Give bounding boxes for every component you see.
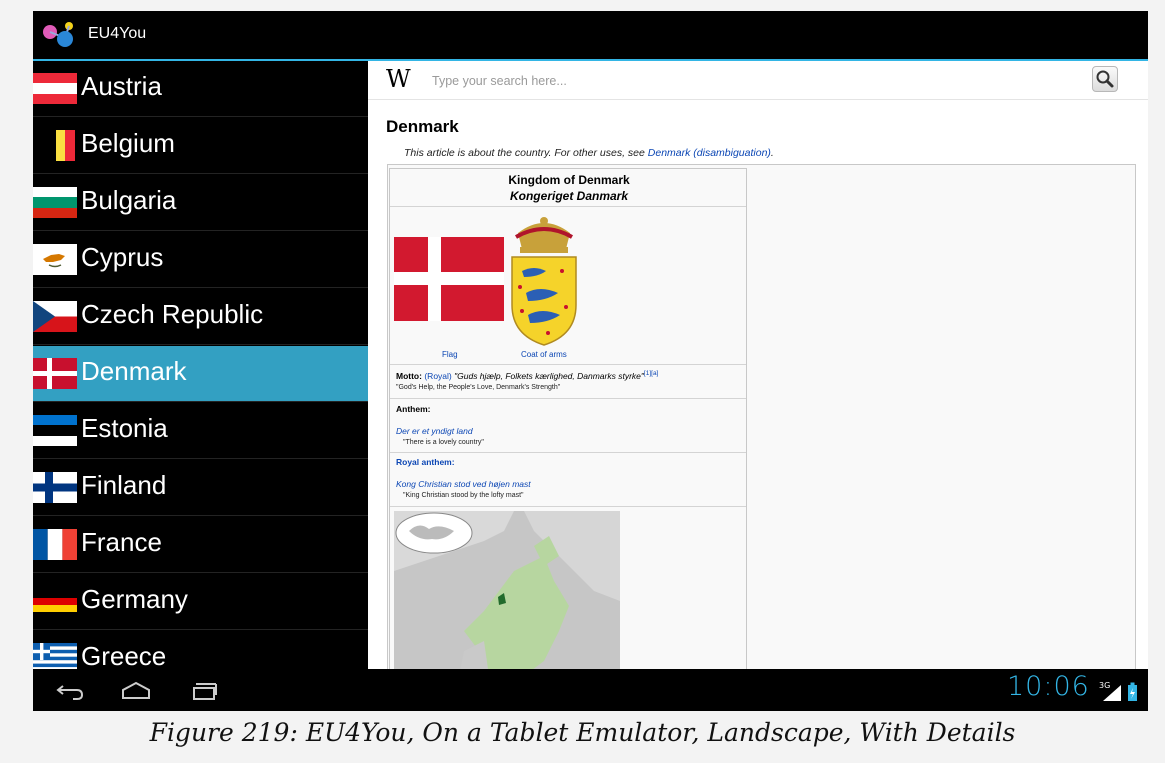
list-item-czech-republic[interactable]: Czech Republic (33, 289, 368, 345)
motto-text: "Guds hjælp, Folkets kærlighed, Danmarks… (451, 370, 644, 381)
app-title: EU4You (88, 25, 147, 42)
action-bar: EU4You (33, 11, 1148, 61)
list-item-greece[interactable]: Greece (33, 631, 368, 669)
country-list[interactable]: Austria Belgium Bulgaria Cyprus Czech Re… (33, 61, 368, 669)
list-item-belgium[interactable]: Belgium (33, 118, 368, 174)
flag-caption[interactable]: Flag (442, 350, 458, 359)
article-content: Kingdom of Denmark Kongeriget Danmark Fl… (387, 164, 1136, 669)
motto-line: Motto: (Royal) "Guds hjælp, Folkets kærl… (396, 370, 658, 381)
divider (390, 206, 746, 207)
hatnote-suffix: . (770, 147, 774, 159)
cyprus-flag-icon (33, 244, 77, 275)
greece-flag-icon (33, 643, 77, 669)
location-map-image[interactable] (394, 511, 620, 669)
list-item-finland[interactable]: Finland (33, 460, 368, 516)
article-title: Denmark (386, 117, 459, 136)
list-item-estonia[interactable]: Estonia (33, 403, 368, 459)
hatnote-text: This article is about the country. For o… (404, 147, 648, 159)
search-input[interactable] (430, 70, 994, 92)
denmark-flag-icon (33, 358, 77, 389)
czech-republic-flag-icon (33, 301, 77, 332)
details-webview[interactable]: W Denmark This article is about the coun… (368, 61, 1148, 669)
wikipedia-logo-icon[interactable]: W (386, 65, 411, 93)
divider (390, 452, 746, 453)
list-item-label: Estonia (81, 413, 168, 443)
motto-label: Motto: (396, 370, 422, 381)
list-item-germany[interactable]: Germany (33, 574, 368, 630)
belgium-flag-icon (47, 130, 75, 161)
estonia-flag-icon (33, 415, 77, 446)
disambiguation-link[interactable]: Denmark (disambiguation) (648, 147, 771, 159)
coat-of-arms-image[interactable] (508, 213, 580, 347)
list-item-cyprus[interactable]: Cyprus (33, 232, 368, 288)
infobox-title: Kingdom of Denmark (508, 173, 630, 187)
royal-anthem-label[interactable]: Royal anthem: (396, 457, 455, 467)
divider (390, 506, 746, 507)
divider (390, 364, 746, 365)
germany-flag-icon (33, 591, 77, 612)
royal-anthem-translation: "King Christian stood by the lofty mast" (403, 492, 524, 499)
status-clock[interactable]: 10:06 (1007, 671, 1090, 702)
list-item-austria[interactable]: Austria (33, 61, 368, 117)
network-type: 3G (1099, 681, 1110, 690)
anthem-link[interactable]: Der er et yndigt land (396, 426, 473, 436)
list-item-label: France (81, 527, 162, 557)
france-flag-icon (33, 529, 77, 560)
anthem-translation: "There is a lovely country" (403, 439, 484, 446)
motto-refs[interactable]: [1][a] (644, 370, 658, 377)
denmark-flag-image[interactable] (394, 237, 504, 321)
back-icon[interactable] (53, 677, 87, 703)
finland-flag-icon (33, 472, 77, 503)
search-icon (1096, 70, 1114, 88)
app-logo-icon[interactable] (41, 21, 81, 49)
hatnote: This article is about the country. For o… (404, 147, 774, 159)
tablet-screen: EU4You Austria Belgium Bulgaria Cyprus C… (33, 11, 1148, 711)
list-item-label: Cyprus (81, 242, 164, 272)
coat-of-arms-caption[interactable]: Coat of arms (521, 350, 567, 359)
figure-caption: Figure 219: EU4You, On a Tablet Emulator… (149, 718, 1016, 747)
system-nav-bar: 10:06 3G (33, 669, 1148, 711)
list-item-label: Greece (81, 641, 167, 669)
search-button[interactable] (1092, 66, 1118, 92)
list-item-label: Austria (81, 71, 162, 101)
signal-battery-icon[interactable]: 3G (1099, 679, 1139, 703)
list-item-label: Germany (81, 584, 188, 614)
bulgaria-flag-icon (33, 187, 77, 218)
motto-royal-link[interactable]: (Royal) (424, 371, 451, 381)
list-item-label: Denmark (81, 356, 187, 386)
list-item-france[interactable]: France (33, 517, 368, 573)
divider (390, 398, 746, 399)
austria-flag-icon (33, 73, 77, 104)
list-item-label: Belgium (81, 128, 175, 158)
home-icon[interactable] (119, 677, 153, 703)
recent-apps-icon[interactable] (187, 677, 221, 703)
infobox-subtitle: Kongeriget Danmark (509, 189, 629, 203)
list-item-label: Czech Republic (81, 299, 264, 329)
anthem-label: Anthem: (396, 404, 431, 414)
list-item-label: Finland (81, 470, 167, 500)
royal-anthem-link[interactable]: Kong Christian stod ved højen mast (396, 479, 531, 489)
list-item-bulgaria[interactable]: Bulgaria (33, 175, 368, 231)
motto-translation: "God's Help, the People's Love, Denmark'… (396, 384, 561, 391)
wiki-search-bar: W (368, 61, 1148, 100)
infobox: Kingdom of Denmark Kongeriget Danmark Fl… (389, 168, 747, 669)
list-item-label: Bulgaria (81, 185, 177, 215)
list-item-denmark[interactable]: Denmark (33, 346, 368, 402)
